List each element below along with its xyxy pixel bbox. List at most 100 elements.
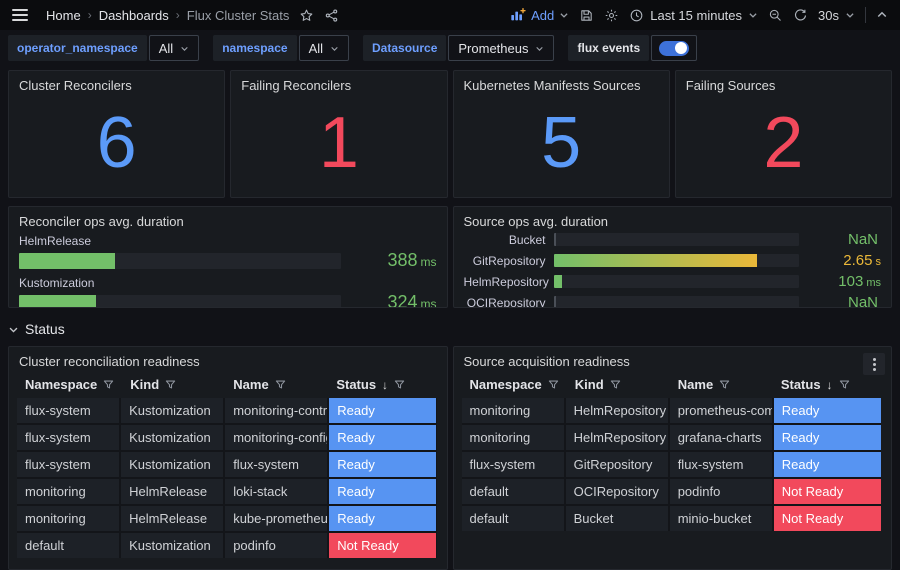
hamburger-menu-icon[interactable]	[12, 9, 28, 21]
gauge-label: GitRepository	[464, 254, 546, 268]
variable-select-namespace[interactable]: All	[299, 35, 349, 61]
table-cell: flux-system	[17, 452, 119, 477]
row-header-status[interactable]: Status	[8, 316, 118, 342]
gauge-value: 324ms	[351, 292, 437, 308]
panel-cluster-reconcilers: Cluster Reconcilers 6	[8, 70, 225, 198]
filter-funnel-icon	[275, 379, 286, 390]
chevron-down-icon	[535, 44, 544, 53]
variable-select-datasource[interactable]: Prometheus	[448, 35, 554, 61]
breadcrumb-dashboards[interactable]: Dashboards	[99, 8, 169, 23]
status-badge: Ready	[774, 452, 881, 477]
panel-source-ops-duration: Source ops avg. duration Bucket NaN GitR…	[453, 206, 893, 308]
chevron-down-icon	[748, 10, 758, 20]
gauge-track	[19, 295, 341, 309]
breadcrumb-home[interactable]: Home	[46, 8, 81, 23]
clock-icon	[629, 8, 644, 23]
table-cell: Kustomization	[121, 398, 223, 423]
column-header-name[interactable]: Name	[670, 377, 773, 392]
dashboard-settings-gear-icon[interactable]	[604, 8, 619, 23]
chevron-down-icon	[180, 44, 189, 53]
share-icon[interactable]	[324, 8, 339, 23]
gauge-bucket: Bucket NaN	[454, 231, 892, 248]
variable-label: namespace	[213, 35, 296, 61]
table-cell: Kustomization	[121, 533, 223, 558]
table-cell: default	[462, 479, 564, 504]
panel-title[interactable]: Failing Sources	[676, 71, 891, 97]
column-header-kind[interactable]: Kind	[567, 377, 670, 392]
gauge-track	[19, 253, 341, 269]
divider	[865, 7, 866, 23]
breadcrumb: Home › Dashboards › Flux Cluster Stats	[46, 8, 289, 23]
panel-title[interactable]: Source acquisition readiness	[454, 347, 892, 373]
star-icon[interactable]	[299, 8, 314, 23]
status-badge: Ready	[329, 452, 436, 477]
panel-title[interactable]: Cluster Reconcilers	[9, 71, 224, 97]
variable-label: Datasource	[363, 35, 446, 61]
stat-value: 6	[9, 97, 224, 197]
gauge-gitrepository: GitRepository 2.65s	[454, 252, 892, 269]
panel-kubernetes-manifests-sources: Kubernetes Manifests Sources 5	[453, 70, 670, 198]
filter-funnel-icon	[103, 379, 114, 390]
breadcrumb-separator: ›	[176, 8, 180, 22]
column-header-kind[interactable]: Kind	[122, 377, 225, 392]
panel-title[interactable]: Source ops avg. duration	[454, 207, 892, 231]
time-range-picker[interactable]: Last 15 minutes	[629, 8, 758, 23]
variable-datasource: Datasource Prometheus	[363, 35, 554, 61]
table-cell: Bucket	[566, 506, 668, 531]
filter-funnel-icon	[165, 379, 176, 390]
variable-namespace: namespace All	[213, 35, 349, 61]
panel-menu-kebab-icon[interactable]	[863, 353, 885, 375]
gauge-label: HelmRepository	[464, 275, 546, 289]
table-cell: flux-system	[462, 452, 564, 477]
refresh-interval-dropdown[interactable]: 30s	[818, 8, 855, 23]
stat-panels-row: Cluster Reconcilers 6 Failing Reconciler…	[8, 70, 892, 198]
gauge-value: NaN	[807, 231, 881, 248]
gauge-label: HelmRelease	[19, 234, 437, 248]
column-header-namespace[interactable]: Namespace	[462, 377, 567, 392]
table-cell: flux-system	[17, 398, 119, 423]
collapse-chevron-up-icon[interactable]	[876, 9, 888, 21]
variable-operator-namespace: operator_namespace All	[8, 35, 199, 61]
table-cell: minio-bucket	[670, 506, 772, 531]
panel-title[interactable]: Cluster reconciliation readiness	[9, 347, 447, 373]
column-header-status[interactable]: Status↓	[773, 377, 881, 392]
table-cell: flux-system	[17, 425, 119, 450]
table-cell: monitoring	[462, 425, 564, 450]
add-button-label: Add	[531, 8, 554, 23]
dashboard-variables-row: operator_namespace All namespace All Dat…	[0, 30, 900, 66]
breadcrumb-separator: ›	[88, 8, 92, 22]
panel-title[interactable]: Kubernetes Manifests Sources	[454, 71, 669, 97]
filter-funnel-icon	[548, 379, 559, 390]
save-dashboard-icon[interactable]	[579, 8, 594, 23]
zoom-out-time-icon[interactable]	[768, 8, 783, 23]
refresh-icon[interactable]	[793, 8, 808, 23]
variable-value: All	[159, 41, 173, 56]
chevron-down-icon	[845, 10, 855, 20]
variable-value: All	[309, 41, 323, 56]
status-badge: Not Ready	[774, 506, 881, 531]
row-header-label: Status	[25, 321, 65, 337]
table-cell: flux-system	[670, 452, 772, 477]
column-header-name[interactable]: Name	[225, 377, 328, 392]
column-header-status[interactable]: Status↓	[328, 377, 436, 392]
status-badge: Not Ready	[774, 479, 881, 504]
gauge-bar	[554, 254, 758, 267]
panel-title[interactable]: Reconciler ops avg. duration	[9, 207, 447, 233]
status-badge: Ready	[329, 506, 436, 531]
panel-title[interactable]: Failing Reconcilers	[231, 71, 446, 97]
table-cell: monitoring-contr...	[225, 398, 327, 423]
variable-label: flux events	[568, 35, 649, 61]
breadcrumb-current-page: Flux Cluster Stats	[187, 8, 290, 23]
table-cell: monitoring-configs	[225, 425, 327, 450]
flux-events-toggle[interactable]	[651, 35, 697, 61]
gauge-bar	[554, 275, 563, 288]
column-header-namespace[interactable]: Namespace	[17, 377, 122, 392]
add-button[interactable]: Add	[510, 7, 569, 23]
gauge-helmrelease: HelmRelease 388ms	[9, 234, 447, 271]
top-nav: Home › Dashboards › Flux Cluster Stats A…	[0, 0, 900, 30]
gauge-kustomization: Kustomization 324ms	[9, 276, 447, 308]
table-cell: podinfo	[670, 479, 772, 504]
panel-source-acquisition-readiness: Source acquisition readiness Namespace K…	[453, 346, 893, 570]
variable-select-operator-namespace[interactable]: All	[149, 35, 199, 61]
table-cell: flux-system	[225, 452, 327, 477]
